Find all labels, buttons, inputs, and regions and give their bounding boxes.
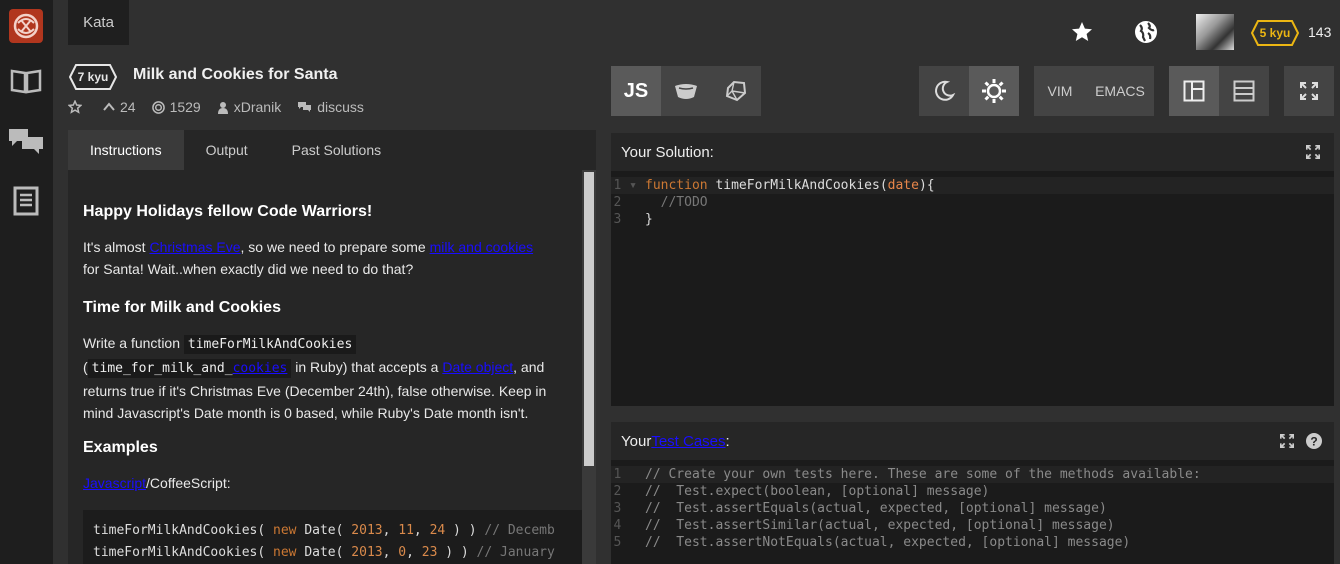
date-object-link[interactable]: Date object [442,359,513,375]
expand-icon[interactable] [1280,434,1294,448]
help-icon[interactable]: ? [1306,433,1322,449]
kata-meta: 24 1529 xDranik discuss [68,99,380,115]
tab-instructions[interactable]: Instructions [68,130,184,170]
book-icon[interactable] [8,63,44,99]
left-sidebar [0,0,53,564]
author-name: xDranik [233,99,282,115]
christmas-eve-link[interactable]: Christmas Eve [149,239,240,255]
kata-tab[interactable]: Kata [68,0,129,45]
instruction-tabs: Instructions Output Past Solutions [68,130,596,170]
language-js-button[interactable]: JS [611,66,661,116]
tab-output[interactable]: Output [184,130,270,170]
star-icon[interactable] [1068,18,1096,46]
comments-icon [298,102,312,112]
solution-editor[interactable]: 1 ▾ 2 3 function timeForMilkAndCookies(da… [611,171,1334,406]
solution-title: Your Solution: [621,143,714,161]
kata-rank-label: 7 kyu [78,70,109,84]
chat-icon[interactable] [8,123,44,159]
examples-language-line: Javascript/CoffeeScript: [83,475,231,491]
vim-mode-button[interactable]: VIM [1034,66,1086,116]
target-icon [151,100,165,114]
user-rank-label: 5 kyu [1260,26,1291,40]
scrollbar-thumb[interactable] [584,172,594,466]
layout-rows-icon [1233,80,1255,102]
expand-icon[interactable] [1306,145,1320,159]
instructions-panel: Happy Holidays fellow Code Warriors! It'… [68,170,596,564]
solution-gutter: 1 ▾ 2 3 [613,178,637,227]
ruby-button[interactable] [711,66,761,116]
tests-code[interactable]: // Create your own tests here. These are… [645,466,1201,551]
solution-code[interactable]: function timeForMilkAndCookies(date){ //… [645,177,935,228]
vote-count[interactable]: 24 [103,99,136,115]
function-name-code: timeForMilkAndCookies [183,335,357,354]
discuss-link[interactable]: discuss [297,99,364,115]
dark-theme-button[interactable] [919,66,969,116]
coffeescript-button[interactable] [661,66,711,116]
svg-text:?: ? [1310,435,1317,449]
completions-value: 1529 [169,99,201,115]
heading-time-for-milk: Time for Milk and Cookies [83,299,281,316]
gem-icon [725,80,747,102]
vote-count-value: 24 [120,99,136,115]
emacs-mode-button[interactable]: EMACS [1086,66,1154,116]
tests-gutter: 1 2 3 4 5 [613,467,637,550]
example-code-block: timeForMilkAndCookies( new Date( 2013, 1… [83,510,583,564]
test-cases-link[interactable]: Test Cases [651,433,725,450]
fullscreen-button[interactable] [1284,66,1334,116]
intro-paragraph: It's almost Christmas Eve, so we need to… [83,239,534,277]
document-icon[interactable] [8,183,44,219]
ruby-function-name-code: time_for_milk_and_cookies [87,359,292,378]
user-icon [217,101,228,114]
honor-count: 143 [1308,24,1332,40]
tab-past-solutions[interactable]: Past Solutions [270,130,404,170]
completions: 1529 [151,99,201,115]
tests-editor[interactable]: 1 2 3 4 5 // Create your own tests here.… [611,460,1334,564]
user-rank-badge: 5 kyu [1251,20,1299,46]
chevron-up-icon [103,102,115,111]
star-outline-icon [68,100,82,114]
layout-split-button[interactable] [1169,66,1219,116]
layout-columns-icon [1183,80,1205,102]
codewars-logo[interactable] [8,8,44,44]
tests-header: Your Test Cases: ? [611,422,1334,460]
milk-and-cookies-link[interactable]: milk and cookies [430,239,534,255]
bookmark-star[interactable] [68,100,87,114]
light-theme-button[interactable] [969,66,1019,116]
expand-icon [1300,82,1318,100]
solution-header: Your Solution: [611,133,1334,171]
sun-icon [982,79,1006,103]
kata-rank-badge: 7 kyu [69,64,117,90]
coffee-cup-icon [675,84,697,99]
moon-icon [935,80,956,101]
javascript-link[interactable]: Javascript [83,475,146,491]
heading-examples: Examples [83,439,158,456]
layout-stacked-button[interactable] [1219,66,1269,116]
author[interactable]: xDranik [217,99,281,115]
discuss-label: discuss [317,99,364,115]
task-paragraph: Write a function timeForMilkAndCookies(t… [83,335,547,421]
user-avatar[interactable] [1196,14,1234,50]
heading-happy-holidays: Happy Holidays fellow Code Warriors! [83,203,373,220]
globe-icon[interactable] [1132,18,1160,46]
kata-title: Milk and Cookies for Santa [133,66,338,83]
